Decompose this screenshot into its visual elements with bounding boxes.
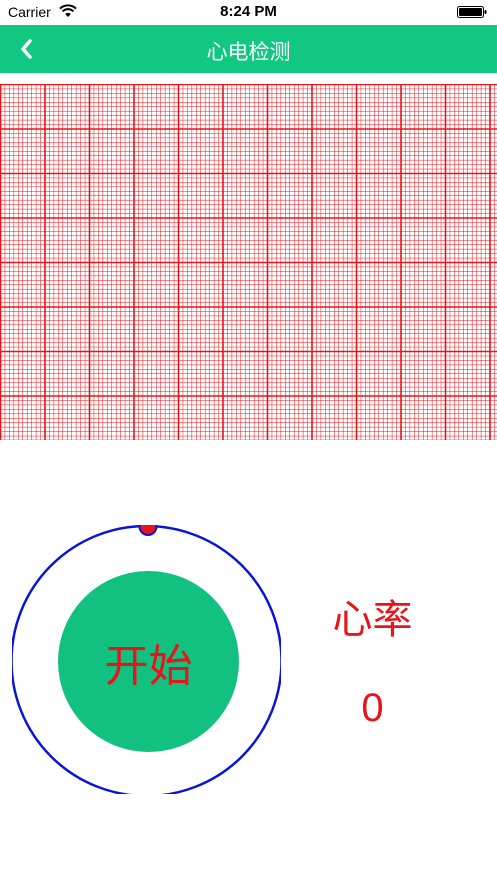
start-button[interactable]: 开始 [58, 571, 239, 752]
status-bar: Carrier 8:24 PM [0, 0, 497, 25]
ecg-grid [0, 84, 497, 440]
ring-indicator-dot [138, 525, 158, 536]
page-title: 心电检测 [206, 40, 291, 64]
clock: 8:24 PM [220, 3, 277, 20]
battery-icon [457, 6, 487, 18]
start-button-label: 开始 [104, 640, 193, 692]
nav-bar: 心电检测 [0, 25, 497, 73]
heart-rate-value: 0 [361, 686, 384, 730]
heart-rate-label: 心率 [332, 597, 413, 643]
